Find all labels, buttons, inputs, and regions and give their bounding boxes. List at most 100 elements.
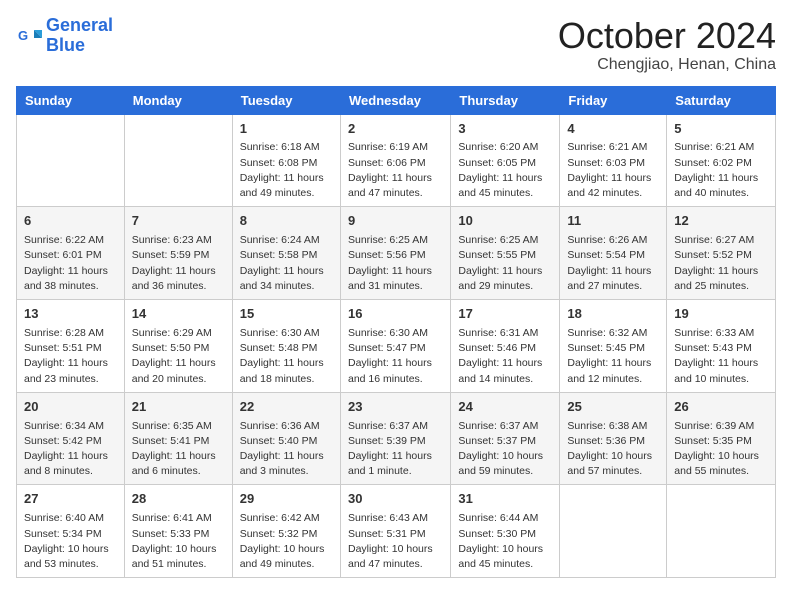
location: Chengjiao, Henan, China — [558, 56, 776, 74]
calendar-cell — [17, 114, 125, 207]
calendar-cell: 18Sunrise: 6:32 AM Sunset: 5:45 PM Dayli… — [560, 300, 667, 393]
calendar-cell: 23 Sunrise: 6:37 AM Sunset: 5:39 PM Dayli… — [340, 392, 450, 485]
day-info: Sunrise: 6:25 AM Sunset: 5:56 PM Dayligh… — [348, 233, 443, 294]
day-number: 7 — [132, 212, 225, 231]
day-info: Sunrise: 6:23 AM Sunset: 5:59 PM Dayligh… — [132, 233, 225, 294]
calendar-cell: 11 Sunrise: 6:26 AM Sunset: 5:54 PM Dayli… — [560, 207, 667, 300]
day-number: 10 — [458, 212, 552, 231]
calendar-cell — [124, 114, 232, 207]
day-number: 2 — [348, 120, 443, 139]
calendar-week-2: 6 Sunrise: 6:22 AM Sunset: 6:01 PM Daylig… — [17, 207, 776, 300]
logo-line2: Blue — [46, 35, 85, 55]
day-info: Sunrise: 6:19 AM Sunset: 6:06 PM Dayligh… — [348, 140, 443, 201]
month-title: October 2024 — [558, 16, 776, 56]
calendar-cell: 21 Sunrise: 6:35 AM Sunset: 5:41 PM Dayli… — [124, 392, 232, 485]
day-number: 14 — [132, 305, 225, 324]
calendar-table: SundayMondayTuesdayWednesdayThursdayFrid… — [16, 86, 776, 579]
day-info: Sunrise: 6:30 AM Sunset: 5:47 PM Dayligh… — [348, 326, 443, 387]
day-number: 24 — [458, 398, 552, 417]
logo-icon: G — [16, 22, 44, 50]
weekday-header-monday: Monday — [124, 86, 232, 114]
calendar-cell: 7 Sunrise: 6:23 AM Sunset: 5:59 PM Daylig… — [124, 207, 232, 300]
calendar-cell — [560, 485, 667, 578]
calendar-cell: 13 Sunrise: 6:28 AM Sunset: 5:51 PM Dayli… — [17, 300, 125, 393]
calendar-week-1: 1Sunrise: 6:18 AM Sunset: 6:08 PM Daylig… — [17, 114, 776, 207]
calendar-cell: 27Sunrise: 6:40 AM Sunset: 5:34 PM Dayli… — [17, 485, 125, 578]
calendar-cell: 20 Sunrise: 6:34 AM Sunset: 5:42 PM Dayli… — [17, 392, 125, 485]
calendar-cell: 5Sunrise: 6:21 AM Sunset: 6:02 PM Daylig… — [667, 114, 776, 207]
calendar-cell: 17 Sunrise: 6:31 AM Sunset: 5:46 PM Dayli… — [451, 300, 560, 393]
day-info: Sunrise: 6:27 AM Sunset: 5:52 PM Dayligh… — [674, 233, 768, 294]
day-info: Sunrise: 6:30 AM Sunset: 5:48 PM Dayligh… — [240, 326, 333, 387]
calendar-cell: 26Sunrise: 6:39 AM Sunset: 5:35 PM Dayli… — [667, 392, 776, 485]
day-info: Sunrise: 6:20 AM Sunset: 6:05 PM Dayligh… — [458, 140, 552, 201]
day-number: 17 — [458, 305, 552, 324]
day-number: 4 — [567, 120, 659, 139]
day-number: 6 — [24, 212, 117, 231]
day-info: Sunrise: 6:42 AM Sunset: 5:32 PM Dayligh… — [240, 511, 333, 572]
calendar-cell: 4Sunrise: 6:21 AM Sunset: 6:03 PM Daylig… — [560, 114, 667, 207]
day-info: Sunrise: 6:21 AM Sunset: 6:03 PM Dayligh… — [567, 140, 659, 201]
day-info: Sunrise: 6:37 AM Sunset: 5:39 PM Dayligh… — [348, 419, 443, 480]
calendar-cell: 15 Sunrise: 6:30 AM Sunset: 5:48 PM Dayli… — [232, 300, 340, 393]
calendar-cell: 31 Sunrise: 6:44 AM Sunset: 5:30 PM Dayli… — [451, 485, 560, 578]
day-number: 31 — [458, 490, 552, 509]
day-info: Sunrise: 6:41 AM Sunset: 5:33 PM Dayligh… — [132, 511, 225, 572]
logo-line1: General — [46, 15, 113, 35]
day-info: Sunrise: 6:33 AM Sunset: 5:43 PM Dayligh… — [674, 326, 768, 387]
calendar-cell: 24 Sunrise: 6:37 AM Sunset: 5:37 PM Dayli… — [451, 392, 560, 485]
calendar-cell: 25 Sunrise: 6:38 AM Sunset: 5:36 PM Dayli… — [560, 392, 667, 485]
day-number: 13 — [24, 305, 117, 324]
day-number: 30 — [348, 490, 443, 509]
day-number: 8 — [240, 212, 333, 231]
calendar-week-4: 20 Sunrise: 6:34 AM Sunset: 5:42 PM Dayli… — [17, 392, 776, 485]
day-info: Sunrise: 6:28 AM Sunset: 5:51 PM Dayligh… — [24, 326, 117, 387]
calendar-cell: 9Sunrise: 6:25 AM Sunset: 5:56 PM Daylig… — [340, 207, 450, 300]
calendar-cell: 6 Sunrise: 6:22 AM Sunset: 6:01 PM Daylig… — [17, 207, 125, 300]
day-info: Sunrise: 6:21 AM Sunset: 6:02 PM Dayligh… — [674, 140, 768, 201]
calendar-week-3: 13 Sunrise: 6:28 AM Sunset: 5:51 PM Dayli… — [17, 300, 776, 393]
day-number: 23 — [348, 398, 443, 417]
calendar-cell: 10Sunrise: 6:25 AM Sunset: 5:55 PM Dayli… — [451, 207, 560, 300]
weekday-header-sunday: Sunday — [17, 86, 125, 114]
weekday-header-row: SundayMondayTuesdayWednesdayThursdayFrid… — [17, 86, 776, 114]
day-number: 28 — [132, 490, 225, 509]
day-info: Sunrise: 6:18 AM Sunset: 6:08 PM Dayligh… — [240, 140, 333, 201]
logo-text: General Blue — [46, 16, 113, 56]
day-number: 21 — [132, 398, 225, 417]
day-number: 11 — [567, 212, 659, 231]
calendar-cell: 19 Sunrise: 6:33 AM Sunset: 5:43 PM Dayli… — [667, 300, 776, 393]
day-info: Sunrise: 6:43 AM Sunset: 5:31 PM Dayligh… — [348, 511, 443, 572]
calendar-cell: 12Sunrise: 6:27 AM Sunset: 5:52 PM Dayli… — [667, 207, 776, 300]
calendar-cell: 22 Sunrise: 6:36 AM Sunset: 5:40 PM Dayli… — [232, 392, 340, 485]
calendar-cell: 3Sunrise: 6:20 AM Sunset: 6:05 PM Daylig… — [451, 114, 560, 207]
page-header: G General Blue October 2024 Chengjiao, H… — [16, 16, 776, 74]
day-info: Sunrise: 6:31 AM Sunset: 5:46 PM Dayligh… — [458, 326, 552, 387]
day-info: Sunrise: 6:36 AM Sunset: 5:40 PM Dayligh… — [240, 419, 333, 480]
calendar-cell: 8Sunrise: 6:24 AM Sunset: 5:58 PM Daylig… — [232, 207, 340, 300]
day-info: Sunrise: 6:38 AM Sunset: 5:36 PM Dayligh… — [567, 419, 659, 480]
weekday-header-wednesday: Wednesday — [340, 86, 450, 114]
day-number: 19 — [674, 305, 768, 324]
day-number: 27 — [24, 490, 117, 509]
day-info: Sunrise: 6:37 AM Sunset: 5:37 PM Dayligh… — [458, 419, 552, 480]
day-info: Sunrise: 6:34 AM Sunset: 5:42 PM Dayligh… — [24, 419, 117, 480]
calendar-cell: 1Sunrise: 6:18 AM Sunset: 6:08 PM Daylig… — [232, 114, 340, 207]
day-number: 3 — [458, 120, 552, 139]
day-number: 25 — [567, 398, 659, 417]
calendar-cell: 29Sunrise: 6:42 AM Sunset: 5:32 PM Dayli… — [232, 485, 340, 578]
title-block: October 2024 Chengjiao, Henan, China — [558, 16, 776, 74]
day-info: Sunrise: 6:26 AM Sunset: 5:54 PM Dayligh… — [567, 233, 659, 294]
day-number: 20 — [24, 398, 117, 417]
day-info: Sunrise: 6:22 AM Sunset: 6:01 PM Dayligh… — [24, 233, 117, 294]
day-info: Sunrise: 6:35 AM Sunset: 5:41 PM Dayligh… — [132, 419, 225, 480]
day-number: 15 — [240, 305, 333, 324]
day-number: 22 — [240, 398, 333, 417]
calendar-cell: 14 Sunrise: 6:29 AM Sunset: 5:50 PM Dayli… — [124, 300, 232, 393]
day-number: 1 — [240, 120, 333, 139]
day-info: Sunrise: 6:29 AM Sunset: 5:50 PM Dayligh… — [132, 326, 225, 387]
calendar-cell: 28 Sunrise: 6:41 AM Sunset: 5:33 PM Dayli… — [124, 485, 232, 578]
calendar-body: 1Sunrise: 6:18 AM Sunset: 6:08 PM Daylig… — [17, 114, 776, 578]
svg-text:G: G — [18, 28, 28, 43]
day-info: Sunrise: 6:44 AM Sunset: 5:30 PM Dayligh… — [458, 511, 552, 572]
